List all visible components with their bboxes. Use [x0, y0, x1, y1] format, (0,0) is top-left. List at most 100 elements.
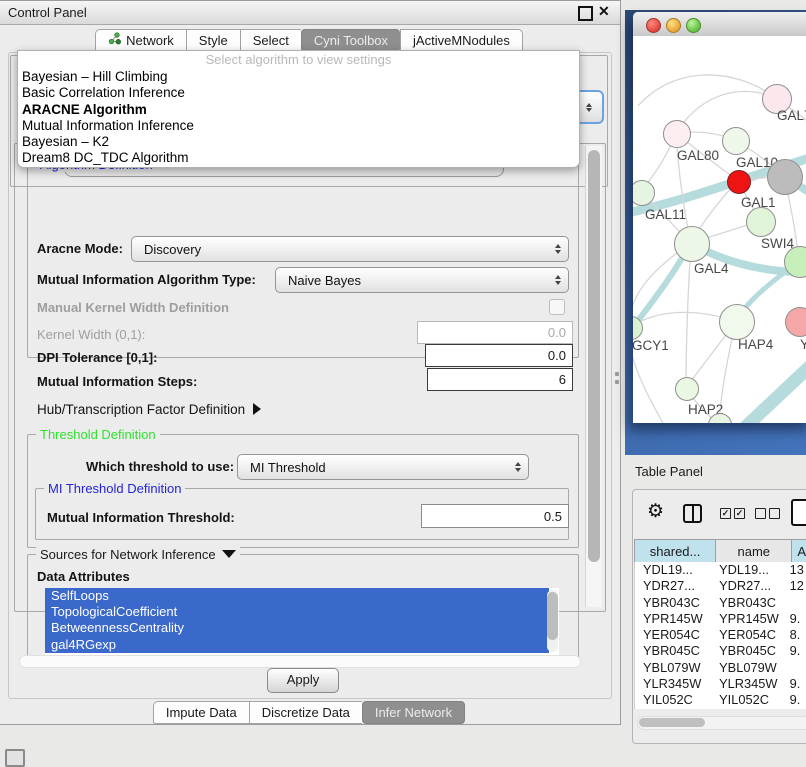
table-row[interactable]: YBL079WYBL079W: [635, 660, 806, 676]
node-gal80[interactable]: [663, 120, 691, 148]
tab-discretize-data[interactable]: Discretize Data: [249, 701, 362, 724]
which-threshold-label: Which threshold to use:: [86, 459, 234, 474]
tab-cyni-toolbox[interactable]: Cyni Toolbox: [301, 29, 400, 52]
splitpane-handle-icon[interactable]: [615, 372, 619, 376]
threshold-definition-title: Threshold Definition: [36, 427, 160, 442]
unchecked-columns-icon[interactable]: [755, 508, 780, 519]
column-header-a[interactable]: A: [791, 539, 806, 564]
kernel-width-field[interactable]: 0.0: [417, 321, 573, 344]
network-canvas[interactable]: GAL7GAL80GAL10GAL1GAL11SWI4GAL4GCY1HAP4Y…: [633, 36, 806, 423]
node-hap2[interactable]: [675, 377, 699, 401]
algorithm-option[interactable]: Basic Correlation Inference: [18, 85, 579, 101]
hub-section-toggle[interactable]: Hub/Transcription Factor Definition: [37, 402, 261, 417]
tab-infer-network[interactable]: Infer Network: [362, 701, 465, 724]
float-window-icon[interactable]: [578, 6, 593, 21]
tab-label: Select: [253, 30, 289, 51]
column-header-shared-[interactable]: shared...: [634, 539, 715, 564]
checked-columns-icon[interactable]: ✓✓: [720, 508, 745, 519]
table-row[interactable]: YLR345WYLR345W9.: [635, 676, 806, 692]
cell-shared-name: YDR27...: [635, 578, 713, 594]
tab-impute-data[interactable]: Impute Data: [153, 701, 249, 724]
cell-shared-name: YBL079W: [635, 660, 713, 676]
tab-network[interactable]: Network: [95, 29, 186, 52]
node-gal4[interactable]: [674, 226, 710, 262]
control-panel-titlebar[interactable]: Control Panel ✕: [0, 1, 620, 25]
mi-steps-field[interactable]: 6: [427, 368, 573, 391]
close-icon[interactable]: ✕: [598, 3, 610, 20]
cyni-bottom-tabs: Impute Data Discretize Data Infer Network: [0, 701, 618, 724]
node-hap4[interactable]: [719, 304, 755, 340]
algorithm-option[interactable]: Bayesian – Hill Climbing: [18, 69, 579, 85]
control-panel-tabs: NetworkStyle Select Cyni Toolbox jActiveMNo…: [0, 29, 618, 52]
cell-value: 12: [785, 578, 806, 594]
sources-group-title: Sources for Network Inference: [36, 547, 240, 562]
attribute-item[interactable]: SelfLoops: [45, 588, 549, 604]
attributes-scrollbar-thumb[interactable]: [547, 592, 558, 640]
attributes-scrollbar[interactable]: [547, 590, 558, 652]
cell-name: YLR345W: [713, 676, 784, 692]
aracne-mode-combo[interactable]: Discovery: [131, 236, 569, 262]
manual-kernel-checkbox[interactable]: [549, 299, 565, 315]
table-row[interactable]: YBR045CYBR045C9.: [635, 643, 806, 659]
zoom-traffic-light-icon[interactable]: [686, 18, 701, 33]
close-traffic-light-icon[interactable]: [646, 18, 661, 33]
mi-type-value: Naive Bayes: [276, 273, 548, 288]
minimize-traffic-light-icon[interactable]: [666, 18, 681, 33]
table-row[interactable]: YDR27...YDR27...12: [635, 578, 806, 594]
splitpane-handle-icon[interactable]: [615, 380, 619, 384]
settings-vertical-scrollbar[interactable]: [585, 146, 602, 607]
algorithm-option[interactable]: Bayesian – K2: [18, 134, 579, 150]
new-table-icon[interactable]: [791, 499, 806, 526]
tab-label: jActiveMNodules: [413, 30, 510, 51]
stepper-up-icon: [586, 103, 592, 107]
apply-button[interactable]: Apply: [267, 668, 339, 693]
table-panel-title: Table Panel: [635, 464, 703, 479]
mi-type-combo[interactable]: Naive Bayes: [275, 267, 569, 293]
node-gal1[interactable]: [727, 170, 751, 194]
node-gray-node[interactable]: [767, 159, 803, 195]
tab-label: Discretize Data: [262, 702, 350, 723]
table-panel-window: ⚙ ✓✓ shared...nameA YDL19...YDL19...13YD…: [632, 489, 806, 744]
combo-stepper-icon: [548, 275, 568, 285]
cell-name: YER054C: [713, 627, 784, 643]
node-label-hap4: HAP4: [738, 337, 773, 352]
table-row[interactable]: YPR145WYPR145W9.: [635, 611, 806, 627]
cell-name: YBL079W: [713, 660, 784, 676]
attribute-item[interactable]: BetweennessCentrality: [45, 620, 549, 636]
aracne-mode-value: Discovery: [132, 242, 548, 257]
mi-threshold-field[interactable]: 0.5: [421, 504, 569, 528]
dpi-tolerance-value: 0.0: [548, 348, 566, 363]
table-horizontal-scrollbar[interactable]: [637, 716, 806, 730]
column-header-name[interactable]: name: [715, 539, 791, 564]
table-row[interactable]: YER054CYER054C8.: [635, 627, 806, 643]
tab-jactivemnodules[interactable]: jActiveMNodules: [400, 29, 523, 52]
attribute-item[interactable]: TopologicalCoefficient: [45, 604, 549, 620]
algorithm-option[interactable]: ARACNE Algorithm: [18, 102, 579, 118]
tab-style[interactable]: Style: [186, 29, 240, 52]
gear-icon[interactable]: ⚙: [647, 502, 664, 521]
table-row[interactable]: YDL19...YDL19...13: [635, 562, 806, 578]
aracne-mode-label: Aracne Mode:: [37, 241, 123, 256]
table-scrollbar-thumb[interactable]: [639, 718, 705, 727]
node-swi4[interactable]: [746, 207, 776, 237]
which-threshold-combo[interactable]: MI Threshold: [237, 454, 529, 480]
cell-shared-name: YPR145W: [635, 611, 713, 627]
node-gal10[interactable]: [722, 127, 750, 155]
minimized-panel-icon[interactable]: [5, 749, 25, 767]
dpi-tolerance-field[interactable]: 0.0: [425, 344, 573, 367]
settings-scrollbar-thumb[interactable]: [588, 150, 600, 562]
table-row[interactable]: YIL052CYIL052C9.: [635, 692, 806, 708]
tab-select[interactable]: Select: [240, 29, 301, 52]
algorithm-option[interactable]: Dream8 DC_TDC Algorithm: [18, 150, 579, 166]
settings-horizontal-scrollbar[interactable]: [19, 655, 581, 668]
mi-threshold-group-title: MI Threshold Definition: [44, 481, 185, 496]
panel-title: Control Panel: [8, 5, 87, 20]
control-panel-window: Control Panel ✕ NetworkStyle Select Cyni T…: [0, 0, 621, 725]
split-pane-icon[interactable]: [683, 504, 702, 523]
attribute-item[interactable]: gal4RGexp: [45, 637, 549, 653]
table-row[interactable]: YBR043CYBR043C: [635, 595, 806, 611]
algorithm-option[interactable]: Mutual Information Inference: [18, 118, 579, 134]
node-label-gcy1: GCY1: [633, 338, 669, 353]
network-window-titlebar[interactable]: [633, 12, 806, 37]
tab-label: Cyni Toolbox: [314, 30, 388, 51]
